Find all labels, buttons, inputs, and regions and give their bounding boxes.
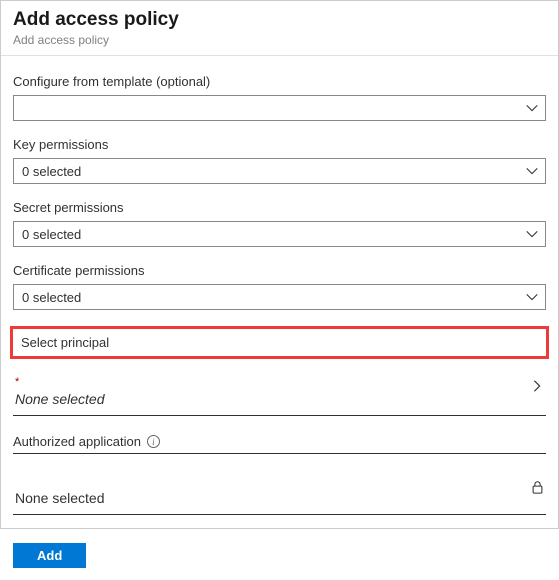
secret-permissions-label: Secret permissions bbox=[13, 200, 546, 215]
add-button[interactable]: Add bbox=[13, 543, 86, 568]
form-content: Configure from template (optional) Key p… bbox=[1, 56, 558, 580]
chevron-down-icon bbox=[525, 101, 539, 115]
field-secret-permissions: Secret permissions 0 selected bbox=[13, 200, 546, 247]
certificate-permissions-select[interactable]: 0 selected bbox=[13, 284, 546, 310]
chevron-down-icon bbox=[525, 164, 539, 178]
authorized-application-label: Authorized application bbox=[13, 434, 141, 449]
field-certificate-permissions: Certificate permissions 0 selected bbox=[13, 263, 546, 310]
select-principal-heading: Select principal bbox=[21, 335, 109, 350]
info-icon[interactable]: i bbox=[147, 435, 160, 448]
page-title: Add access policy bbox=[13, 9, 546, 31]
certificate-permissions-label: Certificate permissions bbox=[13, 263, 546, 278]
field-template: Configure from template (optional) bbox=[13, 74, 546, 121]
required-indicator: * bbox=[15, 377, 544, 387]
page-subtitle: Add access policy bbox=[13, 33, 546, 47]
chevron-down-icon bbox=[525, 290, 539, 304]
chevron-down-icon bbox=[525, 227, 539, 241]
authorized-application-label-row: Authorized application i bbox=[13, 434, 546, 454]
chevron-right-icon bbox=[530, 379, 544, 396]
secret-permissions-select[interactable]: 0 selected bbox=[13, 221, 546, 247]
select-principal-section: Select principal bbox=[10, 326, 549, 359]
key-permissions-value: 0 selected bbox=[22, 164, 81, 179]
secret-permissions-value: 0 selected bbox=[22, 227, 81, 242]
panel-header: Add access policy Add access policy bbox=[1, 1, 558, 56]
authorized-application-picker[interactable]: None selected bbox=[13, 474, 546, 515]
template-label: Configure from template (optional) bbox=[13, 74, 546, 89]
principal-value: None selected bbox=[15, 391, 105, 407]
template-select[interactable] bbox=[13, 95, 546, 121]
lock-icon bbox=[531, 480, 544, 494]
key-permissions-label: Key permissions bbox=[13, 137, 546, 152]
principal-picker[interactable]: * None selected bbox=[13, 373, 546, 416]
authorized-application-value: None selected bbox=[15, 490, 105, 506]
key-permissions-select[interactable]: 0 selected bbox=[13, 158, 546, 184]
field-key-permissions: Key permissions 0 selected bbox=[13, 137, 546, 184]
certificate-permissions-value: 0 selected bbox=[22, 290, 81, 305]
